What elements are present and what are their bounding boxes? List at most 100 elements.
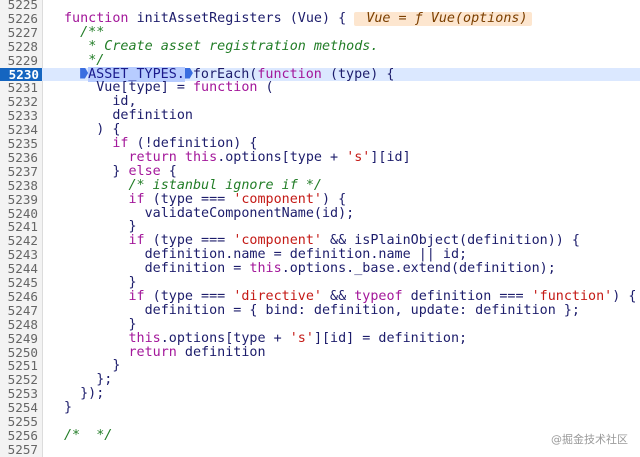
inline-breakpoint-icon[interactable] [80,67,89,79]
code-line[interactable]: 5253 }); [0,387,640,401]
code-line[interactable]: 5254} [0,401,640,415]
breakpoint-line-number[interactable]: 5230 [0,67,42,82]
code-token: definition = { bind: definition, update:… [144,302,580,318]
code-token: } [112,358,121,374]
code-text: definition = this.options._base.extend(d… [64,262,556,276]
line-number[interactable]: 5241 [0,220,38,234]
code-line[interactable]: 5228 * Create asset registration methods… [0,39,640,54]
code-line[interactable]: 5240 validateComponentName(id); [0,205,640,221]
line-number[interactable]: 5234 [0,123,38,137]
line-number[interactable]: 5246 [0,289,38,304]
code-line[interactable]: 5241 } [0,220,640,234]
code-line[interactable]: 5239 if (type === 'component') { [0,191,640,207]
line-number[interactable]: 5237 [0,164,38,179]
code-token: validateComponentName(id); [144,205,355,221]
line-number[interactable]: 5227 [0,25,38,40]
code-line[interactable]: 5234 ) { [0,123,640,137]
line-number[interactable]: 5253 [0,387,38,401]
code-line[interactable]: 5226 function initAssetRegisters (Vue) { … [0,11,640,26]
code-line[interactable]: 5247 definition = { bind: definition, up… [0,302,640,318]
code-line[interactable]: 5251 } [0,359,640,373]
code-text: if (type === 'directive' && typeof defin… [64,288,637,304]
code-text: function initAssetRegisters (Vue) { Vue … [64,11,532,26]
code-text: if (type === 'component') { [64,191,347,207]
line-number[interactable]: 5249 [0,331,38,346]
line-number[interactable]: 5248 [0,317,38,332]
code-token: .options[type + [160,330,290,346]
code-line[interactable]: 5237 } else { [0,163,640,179]
code-line[interactable]: 5248 } [0,316,640,332]
code-line[interactable]: 5235 if (!definition) { [0,137,640,151]
line-number[interactable]: 5242 [0,234,38,248]
line-number[interactable]: 5250 [0,345,38,360]
line-number[interactable]: 5247 [0,303,38,318]
code-token: definition [176,344,266,360]
code-line[interactable]: 5252 }; [0,373,640,387]
code-token: } [128,219,137,235]
code-line[interactable]: 5229 */ [0,53,640,68]
code-line[interactable]: 5236 return this.options[type + 's'][id] [0,149,640,165]
code-line[interactable]: 5257 [0,442,640,457]
code-line[interactable]: 5249 this.options[type + 's'][id] = defi… [0,330,640,346]
line-number[interactable]: 5251 [0,359,38,373]
code-text: * Create asset registration methods. [64,39,378,54]
code-token: }; [96,372,113,388]
code-line[interactable]: 5256 /* */ [0,427,640,443]
code-token: definition.name = definition.name || id; [144,247,468,263]
line-number[interactable]: 5239 [0,192,38,207]
current-line[interactable]: 5230 ASSET_TYPES. forEach(function (type)… [0,66,640,82]
inline-breakpoint-icon[interactable] [184,67,193,79]
line-number[interactable]: 5256 [0,428,38,443]
code-line[interactable]: 5238 /* istanbul ignore if */ [0,178,640,193]
code-token: 'function' [531,288,613,304]
code-text: /** [64,25,104,40]
code-text: ) { [64,123,120,137]
line-number[interactable]: 5229 [0,53,38,68]
line-number[interactable]: 5244 [0,262,38,276]
code-token: id, [112,94,137,110]
line-number[interactable]: 5231 [0,81,38,95]
code-token: if [128,288,145,304]
line-number[interactable]: 5235 [0,137,38,151]
code-editor[interactable]: 5225 5226 function initAssetRegisters (Vue… [0,0,640,457]
code-token: Vue[type] = [96,80,193,96]
line-number[interactable]: 5245 [0,276,38,290]
code-token: definition [112,108,193,124]
code-line[interactable]: 5250 return definition [0,344,640,360]
code-line[interactable]: 5244 definition = this.options._base.ext… [0,262,640,276]
line-number[interactable]: 5236 [0,150,38,165]
code-line[interactable]: 5255 [0,415,640,429]
code-line[interactable]: 5231 Vue[type] = function ( [0,81,640,95]
code-text: Vue[type] = function ( [64,80,273,96]
line-number[interactable]: 5254 [0,401,38,415]
code-line[interactable]: 5242 if (type === 'component' && isPlain… [0,234,640,248]
line-number[interactable]: 5257 [0,442,38,457]
code-line[interactable]: 5232 id, [0,95,640,109]
code-token: /* */ [64,427,113,443]
line-number[interactable]: 5238 [0,178,38,193]
code-line[interactable]: 5246 if (type === 'directive' && typeof … [0,288,640,304]
code-text: /* istanbul ignore if */ [64,178,322,193]
line-number[interactable]: 5255 [0,415,38,429]
line-number[interactable]: 5240 [0,206,38,221]
code-token: } [112,163,129,179]
code-token: 'component' [233,191,322,207]
code-line[interactable]: 5245 } [0,276,640,290]
code-line[interactable]: 5227 /** [0,25,640,40]
line-number[interactable]: 5243 [0,248,38,262]
code-token: ) { [96,122,121,138]
code-token: 's' [346,149,371,165]
code-line[interactable]: 5233 definition [0,109,640,123]
line-number[interactable]: 5233 [0,109,38,123]
line-number[interactable]: 5232 [0,95,38,109]
code-text: } [64,220,137,234]
line-number[interactable]: 5228 [0,39,38,54]
line-number[interactable]: 5252 [0,373,38,387]
code-token: .options._base.extend(definition); [281,261,556,277]
inline-value-hint: Vue = ƒ Vue(options) [354,11,532,26]
code-token: return this [128,149,218,165]
code-token: } [128,316,137,332]
line-number[interactable]: 5226 [0,11,38,26]
code-token: 's' [289,330,314,346]
code-line[interactable]: 5243 definition.name = definition.name |… [0,248,640,262]
